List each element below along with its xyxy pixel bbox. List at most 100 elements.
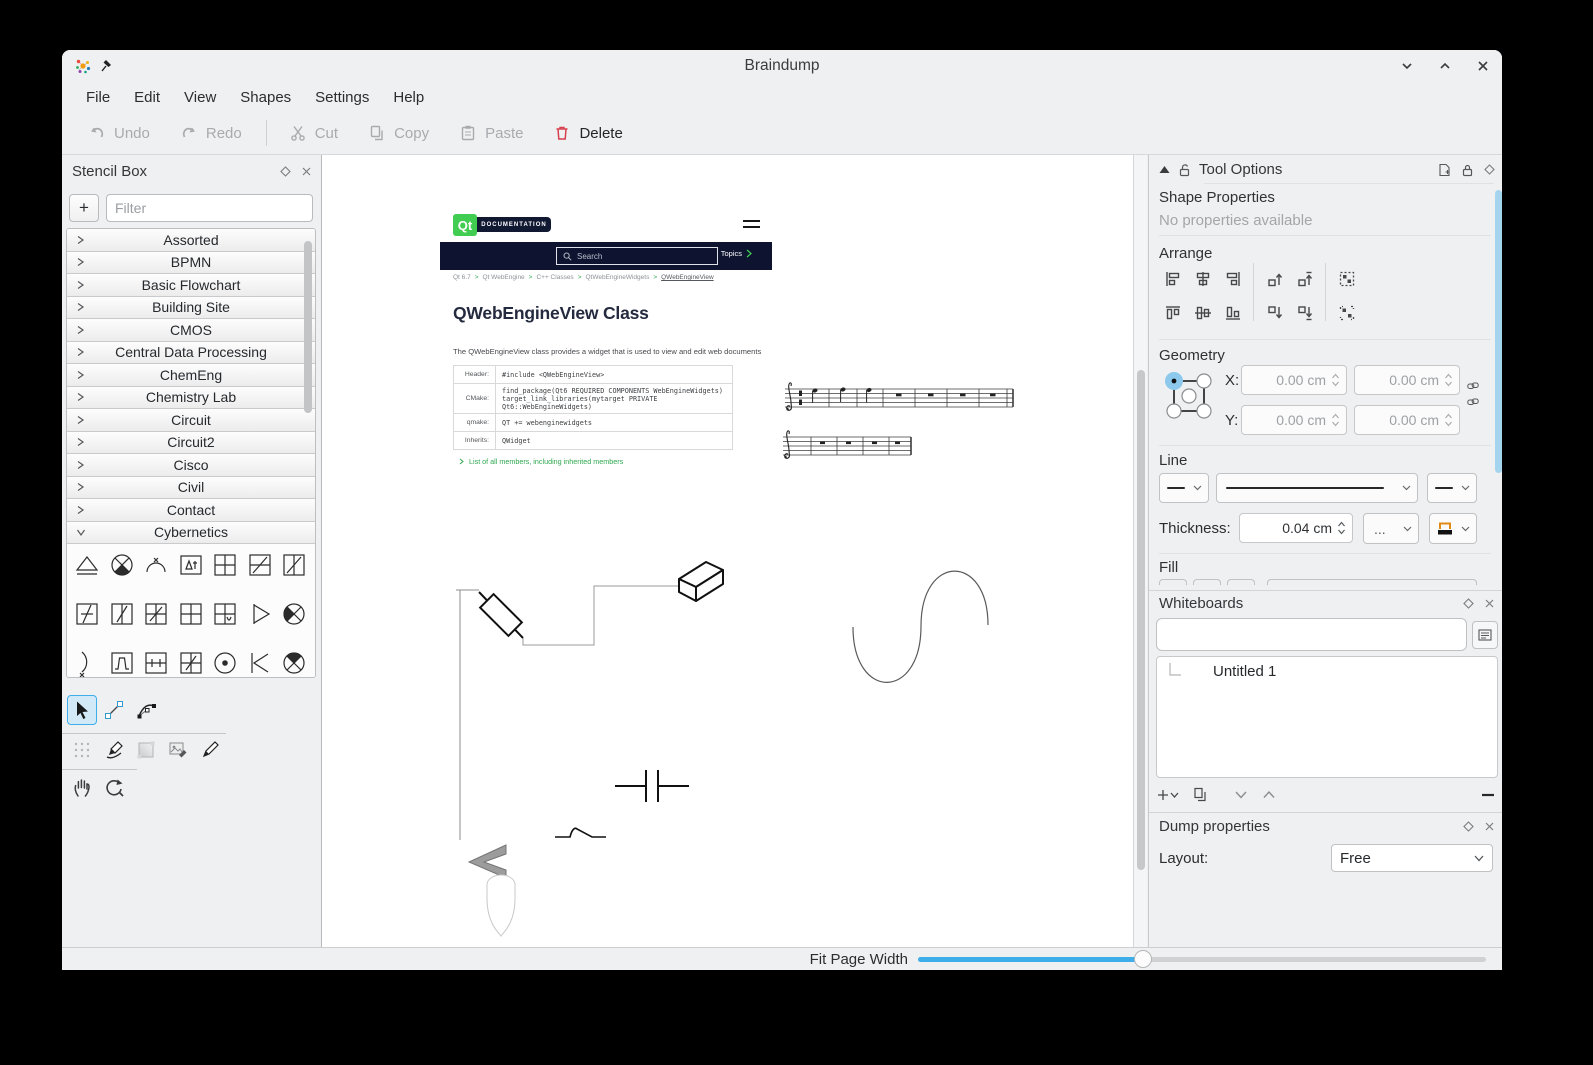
stencil-shape-icon[interactable] bbox=[277, 550, 311, 582]
canvas-scrollbar-thumb[interactable] bbox=[1137, 370, 1145, 870]
move-down-icon[interactable] bbox=[1234, 790, 1248, 799]
category-cisco[interactable]: Cisco bbox=[67, 454, 315, 477]
stencil-filter-input[interactable] bbox=[106, 194, 313, 222]
category-basic-flowchart[interactable]: Basic Flowchart bbox=[67, 274, 315, 297]
group-shapes-icon[interactable] bbox=[1335, 267, 1359, 291]
stencil-shape-icon[interactable] bbox=[243, 550, 277, 582]
maximize-button[interactable] bbox=[1438, 59, 1452, 73]
new-document-icon[interactable] bbox=[1437, 163, 1451, 177]
line-end-dropdown[interactable] bbox=[1427, 473, 1477, 503]
raise-shape-icon[interactable] bbox=[1263, 267, 1287, 291]
line-cap-dropdown[interactable] bbox=[1159, 473, 1209, 503]
line-style-dropdown[interactable] bbox=[1216, 473, 1418, 503]
pencil-tool-button[interactable] bbox=[195, 735, 225, 765]
category-central-data-processing[interactable]: Central Data Processing bbox=[67, 342, 315, 365]
tool-options-scrollbar[interactable] bbox=[1495, 190, 1502, 473]
category-building-site[interactable]: Building Site bbox=[67, 297, 315, 320]
view-mode-button[interactable] bbox=[1472, 621, 1498, 649]
pan-tool-button[interactable] bbox=[67, 772, 97, 802]
resistor-shape[interactable] bbox=[479, 592, 523, 638]
link-aspect-icon[interactable] bbox=[1467, 397, 1479, 407]
copy-button[interactable]: Copy bbox=[368, 124, 429, 142]
y1-spinbox[interactable]: 0.00 cm bbox=[1241, 405, 1347, 435]
duplicate-whiteboard-icon[interactable] bbox=[1193, 787, 1208, 802]
s-curve-shape[interactable] bbox=[853, 571, 988, 682]
stencil-shape-icon[interactable] bbox=[139, 550, 173, 582]
stencil-shape-icon[interactable] bbox=[174, 550, 208, 582]
category-circuit2[interactable]: Circuit2 bbox=[67, 432, 315, 455]
lock-icon[interactable] bbox=[1461, 163, 1474, 177]
switch-shape[interactable] bbox=[555, 828, 606, 837]
ungroup-shapes-icon[interactable] bbox=[1335, 301, 1359, 325]
align-bottom-icon[interactable] bbox=[1221, 301, 1245, 325]
drawn-shapes-layer[interactable] bbox=[322, 155, 1133, 947]
link-aspect-icon[interactable] bbox=[1467, 381, 1479, 391]
cut-button[interactable]: Cut bbox=[289, 124, 338, 142]
anchor-point-selector[interactable] bbox=[1164, 369, 1214, 425]
arrow-shape[interactable] bbox=[469, 845, 506, 878]
align-hcenter-icon[interactable] bbox=[1191, 267, 1215, 291]
add-whiteboard-icon[interactable] bbox=[1157, 788, 1179, 802]
stencil-shape-icon[interactable] bbox=[139, 599, 173, 631]
x1-spinbox[interactable]: 0.00 cm bbox=[1241, 365, 1347, 395]
category-chemeng[interactable]: ChemEng bbox=[67, 364, 315, 387]
stencil-shape-icon[interactable] bbox=[243, 599, 277, 631]
fill-color-button[interactable] bbox=[1267, 579, 1477, 585]
menu-shapes[interactable]: Shapes bbox=[228, 85, 303, 110]
box-3d-shape[interactable] bbox=[679, 562, 723, 601]
whiteboard-name-input[interactable] bbox=[1156, 618, 1467, 651]
lower-shape-icon[interactable] bbox=[1263, 301, 1287, 325]
close-panel-icon[interactable] bbox=[301, 166, 312, 177]
bring-to-front-icon[interactable] bbox=[1293, 267, 1317, 291]
zoom-tool-button[interactable] bbox=[99, 772, 129, 802]
line-color-button[interactable] bbox=[1429, 513, 1477, 544]
category-circuit[interactable]: Circuit bbox=[67, 409, 315, 432]
gradient-tool-button[interactable] bbox=[131, 735, 161, 765]
stencil-shape-icon[interactable] bbox=[277, 599, 311, 631]
close-panel-icon[interactable] bbox=[1484, 598, 1495, 609]
menu-view[interactable]: View bbox=[172, 85, 228, 110]
close-panel-icon[interactable] bbox=[1484, 821, 1495, 832]
remove-whiteboard-icon[interactable] bbox=[1481, 793, 1495, 797]
stencil-shape-icon[interactable] bbox=[105, 599, 139, 631]
move-up-icon[interactable] bbox=[1262, 790, 1276, 799]
add-stencil-button[interactable]: + bbox=[69, 194, 99, 222]
stencil-shape-icon[interactable] bbox=[277, 648, 311, 678]
whiteboard-canvas[interactable]: Qt DOCUMENTATION Search Topics Qt 6.7> Q… bbox=[321, 155, 1133, 947]
lock-open-icon[interactable] bbox=[1178, 163, 1191, 177]
stencil-shape-icon[interactable] bbox=[105, 550, 139, 582]
float-panel-icon[interactable] bbox=[280, 166, 291, 177]
redo-button[interactable]: Redo bbox=[180, 124, 242, 142]
stencil-shape-icon[interactable] bbox=[208, 550, 242, 582]
float-panel-icon[interactable] bbox=[1463, 598, 1474, 609]
fill-option-button[interactable] bbox=[1159, 579, 1187, 585]
float-panel-icon[interactable] bbox=[1463, 821, 1474, 832]
float-panel-icon[interactable] bbox=[1484, 164, 1495, 175]
canvas-scrollbar[interactable] bbox=[1133, 155, 1147, 947]
menu-edit[interactable]: Edit bbox=[122, 85, 172, 110]
stroke-tool-button[interactable] bbox=[99, 735, 129, 765]
stencil-shape-icon[interactable] bbox=[70, 550, 104, 582]
width-spinbox[interactable]: 0.00 cm bbox=[1354, 365, 1460, 395]
polyline-shape[interactable] bbox=[456, 590, 479, 840]
marker-dropdown[interactable]: ... bbox=[1363, 513, 1419, 544]
zoom-slider-handle[interactable] bbox=[1134, 950, 1152, 968]
stencil-scrollbar[interactable] bbox=[304, 241, 312, 413]
menu-help[interactable]: Help bbox=[381, 85, 436, 110]
menu-settings[interactable]: Settings bbox=[303, 85, 381, 110]
layout-dropdown[interactable]: Free bbox=[1331, 844, 1493, 872]
fill-option-button[interactable] bbox=[1227, 579, 1255, 585]
category-cmos[interactable]: CMOS bbox=[67, 319, 315, 342]
connection-tool-button[interactable] bbox=[99, 695, 129, 725]
paste-button[interactable]: Paste bbox=[459, 124, 523, 142]
minimize-button[interactable] bbox=[1400, 59, 1414, 73]
stencil-shape-icon[interactable] bbox=[208, 648, 242, 678]
path-tool-button[interactable] bbox=[131, 695, 161, 725]
align-right-icon[interactable] bbox=[1221, 267, 1245, 291]
align-vcenter-icon[interactable] bbox=[1191, 301, 1215, 325]
stencil-shape-icon[interactable] bbox=[243, 648, 277, 678]
connector-line[interactable] bbox=[523, 586, 679, 645]
height-spinbox[interactable]: 0.00 cm bbox=[1354, 405, 1460, 435]
category-contact[interactable]: Contact bbox=[67, 499, 315, 522]
stencil-shape-icon[interactable] bbox=[174, 648, 208, 678]
